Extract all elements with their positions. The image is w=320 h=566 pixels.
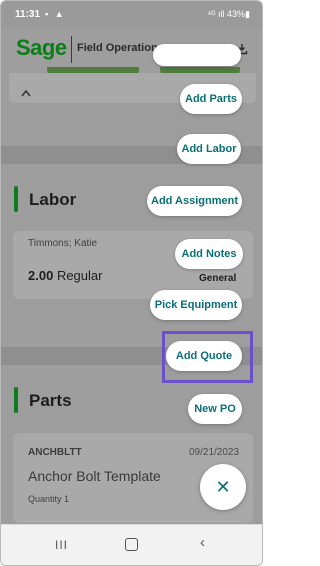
part-code: ANCHBLTT [28, 447, 82, 458]
app-title: Field Operations [77, 42, 164, 54]
labor-type: General [199, 273, 237, 284]
hidden-action-button[interactable] [153, 44, 241, 66]
parts-section-marker [14, 387, 18, 413]
close-icon: ✕ [215, 476, 231, 497]
sage-logo: Sage [16, 35, 67, 60]
chevron-up-icon[interactable] [21, 89, 31, 97]
home-icon[interactable] [125, 538, 138, 551]
signal-battery-indicator: ⁴ᴳ ıll 43%▮ [207, 9, 250, 19]
new-po-button[interactable]: New PO [188, 394, 242, 424]
highlight-add-quote [162, 331, 253, 383]
android-nav-bar: III ‹ [1, 524, 262, 565]
part-quantity: Quantity 1 [28, 494, 70, 504]
labor-employee-name: Timmons; Katie [28, 238, 98, 249]
labor-hours-type: Regular [56, 268, 103, 283]
add-notes-button[interactable]: Add Notes [175, 239, 243, 269]
close-menu-button[interactable]: ✕ [200, 464, 246, 510]
parts-section-title: Parts [29, 391, 72, 410]
labor-hours: 2.00 Regular [28, 268, 102, 283]
recents-icon[interactable]: III [55, 538, 68, 552]
notification-icons: ▪ ▲ [45, 9, 66, 19]
phone-screen: 11:31 ▪ ▲ ⁴ᴳ ıll 43%▮ Sage Field Operati… [0, 0, 263, 566]
part-name: Anchor Bolt Template [28, 468, 161, 484]
part-date: 09/21/2023 [189, 447, 240, 458]
labor-hours-value: 2.00 [28, 268, 54, 283]
labor-section-title: Labor [29, 190, 77, 209]
add-labor-button[interactable]: Add Labor [177, 134, 241, 164]
labor-section-marker [14, 186, 18, 212]
add-assignment-button[interactable]: Add Assignment [147, 186, 242, 216]
back-icon[interactable]: ‹ [200, 534, 205, 551]
pick-equipment-button[interactable]: Pick Equipment [150, 290, 242, 320]
status-time: 11:31 [15, 9, 41, 20]
header-divider [71, 36, 72, 63]
status-bar: 11:31 ▪ ▲ ⁴ᴳ ıll 43%▮ [1, 1, 262, 27]
add-parts-button[interactable]: Add Parts [180, 84, 242, 114]
